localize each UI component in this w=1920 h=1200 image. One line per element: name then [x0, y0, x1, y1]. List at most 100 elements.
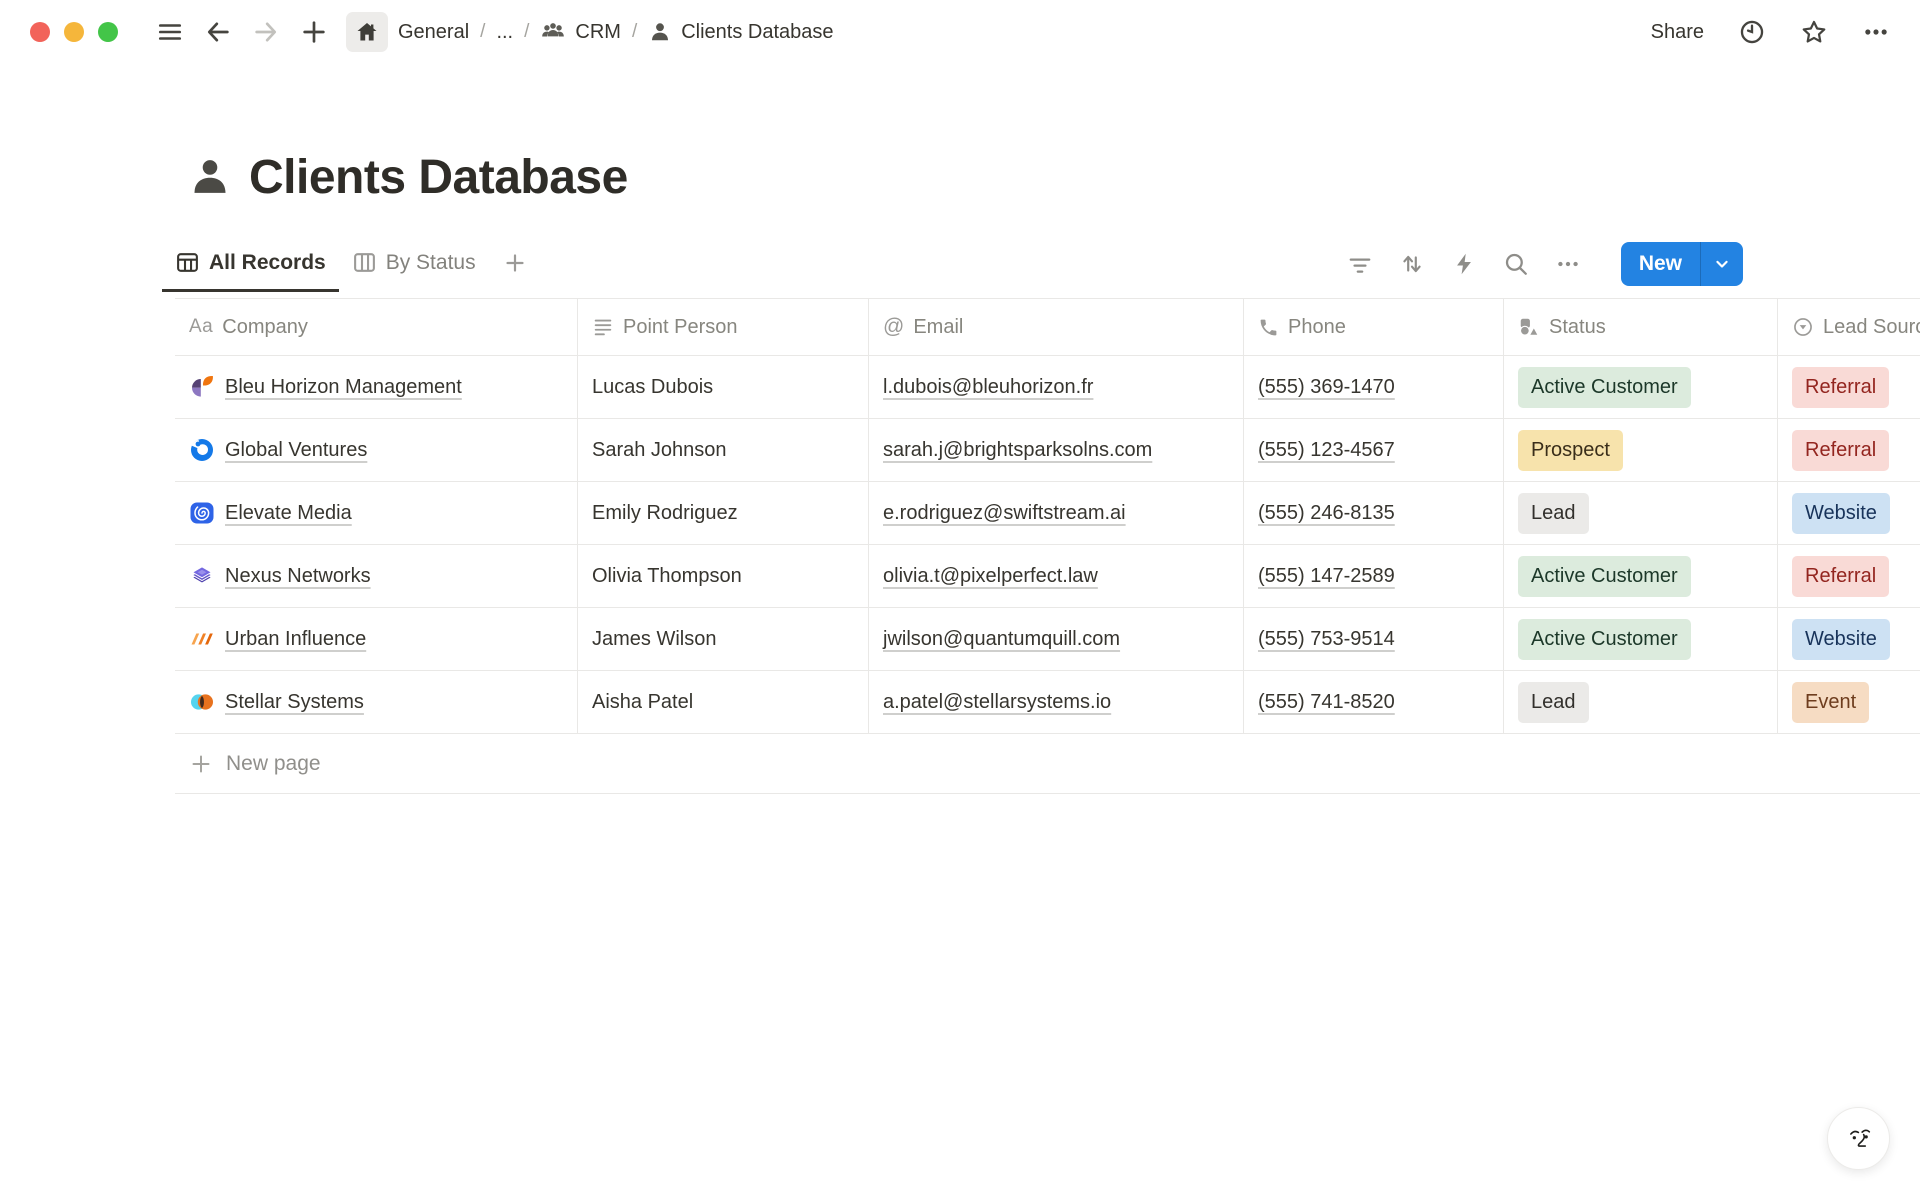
- favorite-star-button[interactable]: [1800, 18, 1828, 46]
- notion-ai-button[interactable]: [1827, 1107, 1890, 1170]
- new-record-button[interactable]: New: [1621, 242, 1700, 286]
- column-header-phone[interactable]: Phone: [1244, 299, 1504, 355]
- text-property-icon: [592, 316, 614, 338]
- board-view-icon: [352, 250, 377, 275]
- table-row[interactable]: Bleu Horizon Management Lucas Dubois l.d…: [175, 356, 1920, 419]
- column-header-point-person[interactable]: Point Person: [578, 299, 869, 355]
- email-link[interactable]: a.patel@stellarsystems.io: [883, 691, 1111, 714]
- phone-property-icon: [1258, 317, 1279, 338]
- email-link[interactable]: l.dubois@bleuhorizon.fr: [883, 376, 1093, 399]
- company-name[interactable]: Global Ventures: [225, 439, 367, 462]
- point-person[interactable]: James Wilson: [592, 628, 716, 651]
- sidebar-toggle-button[interactable]: [154, 16, 186, 48]
- breadcrumb-separator: /: [480, 21, 485, 43]
- sort-button[interactable]: [1399, 251, 1425, 277]
- tab-by-status[interactable]: By Status: [339, 236, 489, 292]
- email-link[interactable]: jwilson@quantumquill.com: [883, 628, 1120, 651]
- status-tag[interactable]: Active Customer: [1518, 367, 1691, 408]
- new-tab-button[interactable]: [298, 16, 330, 48]
- ellipsis-icon: [1862, 18, 1890, 46]
- ai-face-icon: [1839, 1119, 1879, 1159]
- table-row[interactable]: Stellar Systems Aisha Patel a.patel@stel…: [175, 671, 1920, 734]
- company-name[interactable]: Urban Influence: [225, 628, 366, 651]
- updates-clock-button[interactable]: [1738, 18, 1766, 46]
- back-button[interactable]: [202, 16, 234, 48]
- view-options-button[interactable]: [1555, 251, 1581, 277]
- tab-all-records[interactable]: All Records: [162, 236, 339, 292]
- lead-source-tag[interactable]: Website: [1792, 493, 1890, 534]
- company-name[interactable]: Elevate Media: [225, 502, 352, 525]
- point-person[interactable]: Aisha Patel: [592, 691, 693, 714]
- filter-icon: [1347, 251, 1373, 277]
- breadcrumb: General / ... / CRM / Clients Database: [398, 19, 834, 45]
- table-row[interactable]: Nexus Networks Olivia Thompson olivia.t@…: [175, 545, 1920, 608]
- zoom-window-button[interactable]: [98, 22, 118, 42]
- company-name[interactable]: Stellar Systems: [225, 691, 364, 714]
- status-tag[interactable]: Active Customer: [1518, 619, 1691, 660]
- lead-source-tag[interactable]: Referral: [1792, 556, 1889, 597]
- table-header-row: Aa Company Point Person @ Email Phone St…: [175, 298, 1920, 356]
- email-link[interactable]: olivia.t@pixelperfect.law: [883, 565, 1098, 588]
- new-record-button-group: New: [1621, 242, 1743, 286]
- search-button[interactable]: [1503, 251, 1529, 277]
- plus-icon: [189, 752, 213, 776]
- email-link[interactable]: sarah.j@brightsparksolns.com: [883, 439, 1152, 462]
- table-body: Bleu Horizon Management Lucas Dubois l.d…: [175, 356, 1920, 734]
- column-header-company[interactable]: Aa Company: [175, 299, 578, 355]
- automations-button[interactable]: [1451, 251, 1477, 277]
- more-options-button[interactable]: [1862, 18, 1890, 46]
- sort-icon: [1399, 251, 1425, 277]
- status-property-icon: [1518, 316, 1540, 338]
- minimize-window-button[interactable]: [64, 22, 84, 42]
- breadcrumb-item-clients-database[interactable]: Clients Database: [648, 20, 833, 44]
- point-person[interactable]: Sarah Johnson: [592, 439, 727, 462]
- close-window-button[interactable]: [30, 22, 50, 42]
- lead-source-tag[interactable]: Referral: [1792, 367, 1889, 408]
- status-tag[interactable]: Lead: [1518, 493, 1589, 534]
- column-header-email[interactable]: @ Email: [869, 299, 1244, 355]
- clients-table: Aa Company Point Person @ Email Phone St…: [175, 298, 1920, 794]
- home-button[interactable]: [346, 12, 388, 52]
- page-person-icon[interactable]: [187, 154, 233, 200]
- company-name[interactable]: Nexus Networks: [225, 565, 371, 588]
- company-name[interactable]: Bleu Horizon Management: [225, 376, 462, 399]
- share-button[interactable]: Share: [1651, 21, 1704, 44]
- table-row[interactable]: Global Ventures Sarah Johnson sarah.j@br…: [175, 419, 1920, 482]
- traffic-lights: [30, 22, 118, 42]
- status-tag[interactable]: Lead: [1518, 682, 1589, 723]
- status-tag[interactable]: Active Customer: [1518, 556, 1691, 597]
- table-row[interactable]: Elevate Media Emily Rodriguez e.rodrigue…: [175, 482, 1920, 545]
- add-view-button[interactable]: [495, 236, 535, 292]
- new-record-dropdown-button[interactable]: [1700, 242, 1743, 286]
- phone-link[interactable]: (555) 753-9514: [1258, 628, 1395, 651]
- email-link[interactable]: e.rodriguez@swiftstream.ai: [883, 502, 1126, 525]
- star-icon: [1800, 18, 1828, 46]
- status-tag[interactable]: Prospect: [1518, 430, 1623, 471]
- table-row[interactable]: Urban Influence James Wilson jwilson@qua…: [175, 608, 1920, 671]
- view-tabs: All Records By Status: [162, 236, 535, 292]
- search-icon: [1503, 251, 1529, 277]
- column-header-status[interactable]: Status: [1504, 299, 1778, 355]
- plus-icon: [503, 251, 527, 275]
- phone-link[interactable]: (555) 369-1470: [1258, 376, 1395, 399]
- lead-source-tag[interactable]: Referral: [1792, 430, 1889, 471]
- point-person[interactable]: Emily Rodriguez: [592, 502, 738, 525]
- filter-button[interactable]: [1347, 251, 1373, 277]
- forward-button[interactable]: [250, 16, 282, 48]
- phone-link[interactable]: (555) 147-2589: [1258, 565, 1395, 588]
- nexus-networks-logo-icon: [189, 563, 215, 589]
- phone-link[interactable]: (555) 246-8135: [1258, 502, 1395, 525]
- phone-link[interactable]: (555) 741-8520: [1258, 691, 1395, 714]
- breadcrumb-item-general[interactable]: General: [398, 21, 469, 44]
- breadcrumb-item-collapsed[interactable]: ...: [496, 21, 513, 44]
- new-page-row[interactable]: New page: [175, 734, 1920, 794]
- lead-source-tag[interactable]: Event: [1792, 682, 1869, 723]
- point-person[interactable]: Olivia Thompson: [592, 565, 742, 588]
- point-person[interactable]: Lucas Dubois: [592, 376, 713, 399]
- lead-source-tag[interactable]: Website: [1792, 619, 1890, 660]
- column-header-lead-source[interactable]: Lead Source: [1778, 299, 1920, 355]
- elevate-media-logo-icon: [189, 500, 215, 526]
- breadcrumb-item-crm[interactable]: CRM: [540, 19, 621, 45]
- phone-link[interactable]: (555) 123-4567: [1258, 439, 1395, 462]
- page-title[interactable]: Clients Database: [249, 150, 628, 205]
